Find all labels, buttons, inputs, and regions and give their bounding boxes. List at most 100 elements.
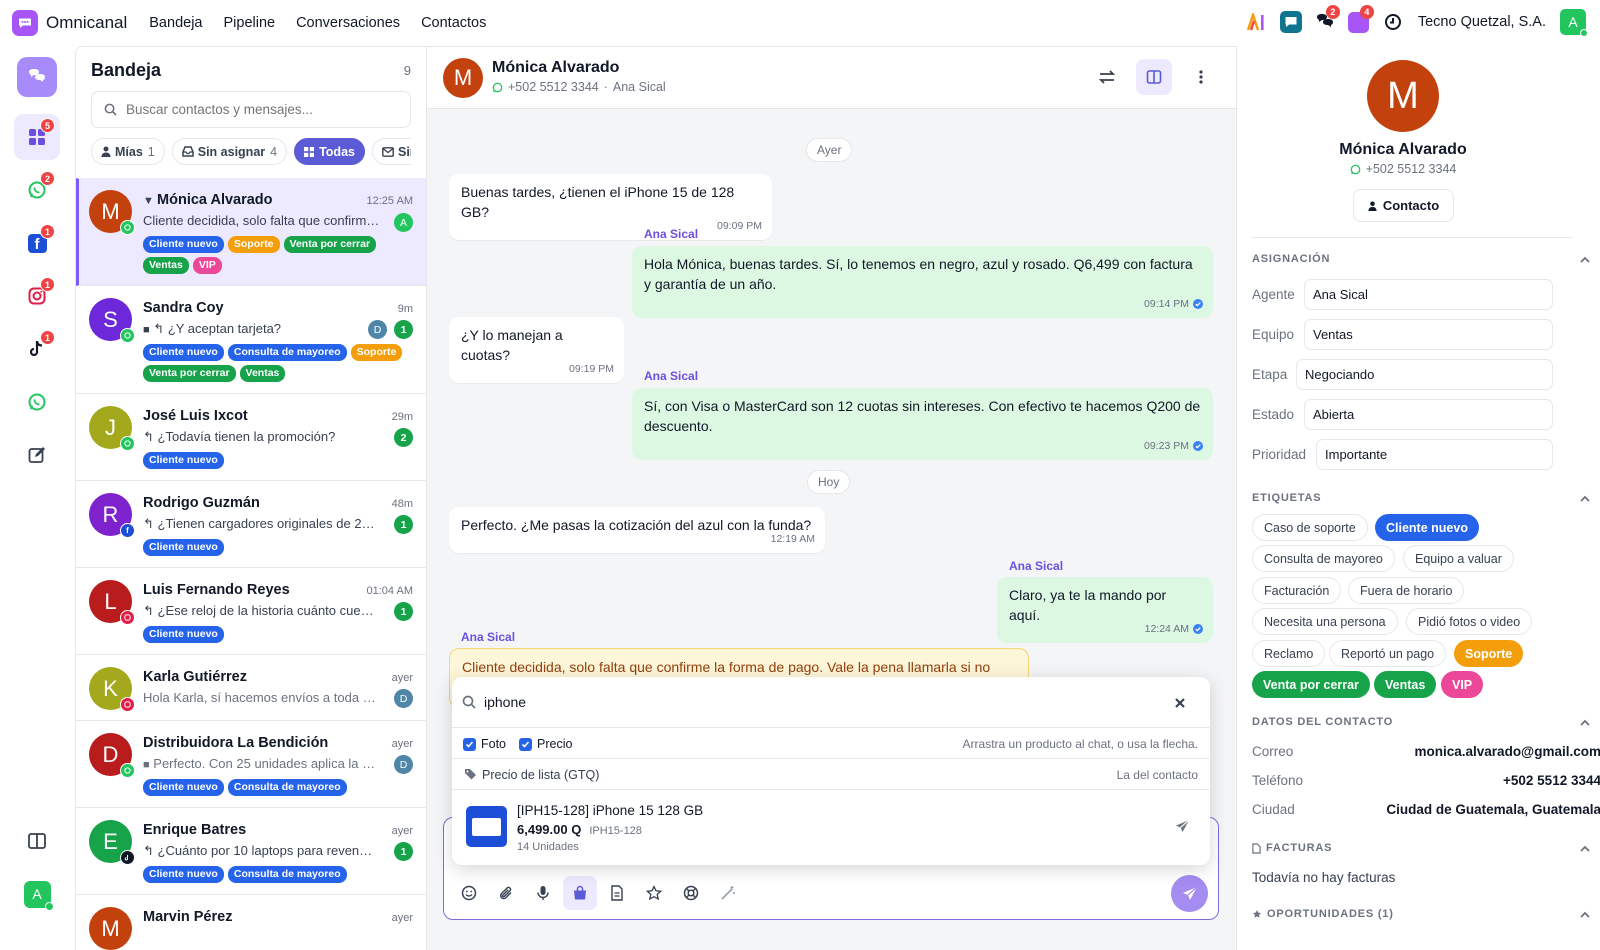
tag-chip[interactable]: Reportó un pago xyxy=(1329,640,1447,667)
attach-button[interactable] xyxy=(489,876,523,910)
contact-button[interactable]: Contacto xyxy=(1353,189,1454,222)
company-name[interactable]: Tecno Quetzal, S.A. xyxy=(1418,14,1546,30)
tag-chip[interactable]: Soporte xyxy=(1454,640,1524,667)
app-logo-icon xyxy=(12,10,38,36)
product-search-input[interactable] xyxy=(484,694,1084,710)
close-icon[interactable] xyxy=(1170,693,1190,713)
conversation-item[interactable]: J José Luis Ixcot 29m ↰ ¿Todavía tienen … xyxy=(76,394,426,481)
nav-bandeja[interactable]: Bandeja xyxy=(149,15,202,31)
tag-chip[interactable]: Necesita una persona xyxy=(1252,608,1398,635)
team-field[interactable]: Ventas xyxy=(1304,319,1553,350)
tag-chip[interactable]: Pidió fotos o video xyxy=(1406,608,1533,635)
rail-profile[interactable]: A xyxy=(14,871,60,917)
chevron-up-icon[interactable] xyxy=(1578,716,1592,730)
tag-chip[interactable]: Reclamo xyxy=(1252,640,1326,667)
help-button[interactable] xyxy=(674,876,708,910)
tag-chip[interactable]: Consulta de mayoreo xyxy=(1252,545,1395,572)
search-input[interactable] xyxy=(126,102,386,117)
price-checkbox[interactable]: Precio xyxy=(519,737,572,751)
conversations-icon[interactable]: 2 xyxy=(1312,5,1340,35)
rail-layout[interactable] xyxy=(14,818,60,864)
avatar-initial: J xyxy=(105,414,116,440)
chevron-up-icon[interactable] xyxy=(1578,492,1592,506)
conversation-item[interactable]: M ▼ Mónica Alvarado 12:25 AM Cliente dec… xyxy=(76,178,426,286)
conversation-name: ▼ Mónica Alvarado xyxy=(143,192,273,208)
status-field[interactable]: Abierta xyxy=(1304,399,1553,430)
conversation-item[interactable]: K Karla Gutiérrez ayer Hola Karla, sí ha… xyxy=(76,655,426,721)
rail-whatsapp[interactable]: 2 xyxy=(14,167,60,213)
rail-inbox[interactable]: 5 xyxy=(14,114,60,160)
nav-contactos[interactable]: Contactos xyxy=(421,15,486,31)
conversation-item[interactable]: E Enrique Batres ayer ↰ ¿Cuánto por 10 l… xyxy=(76,808,426,895)
chat-contact-avatar[interactable]: M xyxy=(443,58,483,98)
price-list-row[interactable]: Precio de lista (GTQ) La del contacto xyxy=(452,760,1210,790)
tag: Venta por cerrar xyxy=(143,365,236,382)
rail-compose[interactable] xyxy=(14,432,60,478)
user-avatar[interactable]: A xyxy=(1560,9,1588,37)
favorite-button[interactable] xyxy=(637,876,671,910)
chat-contact-name[interactable]: Mónica Alvarado xyxy=(492,59,619,77)
filter-todas[interactable]: Todas xyxy=(294,138,365,165)
voice-button[interactable] xyxy=(526,876,560,910)
emoji-button[interactable] xyxy=(452,876,486,910)
brand[interactable]: Omnicanal xyxy=(12,10,127,36)
conversation-preview: ↰ ¿Ese reloj de la historia cuánto cuest… xyxy=(143,603,378,618)
message-time: 09:23 PM xyxy=(1144,436,1203,456)
inbox-search[interactable] xyxy=(91,91,411,128)
rail-instagram[interactable]: 1 xyxy=(14,273,60,319)
conversation-item[interactable]: M Marvin Pérez ayer xyxy=(76,895,426,950)
product-item[interactable]: [IPH15-128] iPhone 15 128 GB 6,499.00 Q … xyxy=(452,791,1210,863)
rail-inbox-badge: 5 xyxy=(40,118,55,133)
tag-chip[interactable]: Equipo a valuar xyxy=(1403,545,1514,572)
conversation-item[interactable]: D Distribuidora La Bendición ayer ■ Perf… xyxy=(76,721,426,808)
products-button[interactable] xyxy=(563,876,597,910)
rail-chats[interactable] xyxy=(17,57,57,97)
chevron-up-icon[interactable] xyxy=(1578,908,1592,922)
conversation-item[interactable]: R f Rodrigo Guzmán 48m ↰ ¿Tienen cargado… xyxy=(76,481,426,568)
product-search[interactable] xyxy=(452,677,1210,728)
filter-mias[interactable]: Mías 1 xyxy=(91,138,165,165)
rail-whatsapp-2[interactable] xyxy=(14,379,60,425)
opportunities-section-title: OPORTUNIDADES (1) xyxy=(1252,908,1394,920)
contact-email[interactable]: monica.alvarado@gmail.com xyxy=(1415,744,1600,759)
contact-city[interactable]: Ciudad de Guatemala, Guatemala xyxy=(1386,802,1600,817)
tag-chip[interactable]: Fuera de horario xyxy=(1348,577,1465,604)
tag-chip[interactable]: Cliente nuevo xyxy=(1375,514,1479,541)
send-button[interactable] xyxy=(1171,875,1208,912)
conversation-time: 12:25 AM xyxy=(366,195,413,207)
avatar-initial: R xyxy=(102,501,119,527)
stage-field[interactable]: Negociando xyxy=(1296,359,1553,390)
nav-pipeline[interactable]: Pipeline xyxy=(223,15,275,31)
team-icon[interactable]: 4 xyxy=(1346,5,1374,35)
conversation-item[interactable]: S Sandra Coy 9m ■ ↰ ¿Y aceptan tarjeta? … xyxy=(76,286,426,394)
document-button[interactable] xyxy=(600,876,634,910)
filter-sin-asignar[interactable]: Sin asignar 4 xyxy=(171,138,288,165)
priority-field[interactable]: Importante xyxy=(1316,439,1553,470)
conversation-list: M ▼ Mónica Alvarado 12:25 AM Cliente dec… xyxy=(76,178,426,950)
tag-chip[interactable]: Ventas xyxy=(1374,671,1437,698)
chevron-up-icon[interactable] xyxy=(1578,253,1592,267)
clock-icon[interactable] xyxy=(1380,9,1406,35)
photo-checkbox[interactable]: Foto xyxy=(463,737,506,751)
filter-sin[interactable]: Sin xyxy=(371,138,411,165)
magic-button[interactable] xyxy=(711,876,745,910)
transfer-button[interactable] xyxy=(1089,59,1125,95)
more-button[interactable] xyxy=(1183,59,1219,95)
conversation-item[interactable]: L Luis Fernando Reyes 01:04 AM ↰ ¿Ese re… xyxy=(76,568,426,655)
ai-icon[interactable] xyxy=(1244,9,1270,35)
chevron-up-icon[interactable] xyxy=(1578,842,1592,856)
agent-field[interactable]: Ana Sical xyxy=(1304,279,1553,310)
tag-chip[interactable]: VIP xyxy=(1441,671,1484,698)
avatar: K xyxy=(89,667,135,712)
rail-tiktok[interactable]: 1 xyxy=(14,326,60,372)
tag-chip[interactable]: Caso de soporte xyxy=(1252,514,1368,541)
toggle-panel-button[interactable] xyxy=(1136,59,1172,95)
rail-facebook[interactable]: f 1 xyxy=(14,220,60,266)
contact-phone-value[interactable]: +502 5512 3344 xyxy=(1503,773,1600,788)
conversation-tags: Cliente nuevo Consulta de mayoreo xyxy=(143,866,418,883)
tag-chip[interactable]: Facturación xyxy=(1252,577,1342,604)
tag-chip[interactable]: Venta por cerrar xyxy=(1252,671,1370,698)
send-product-icon[interactable] xyxy=(1175,819,1190,834)
live-chat-icon[interactable] xyxy=(1278,9,1304,35)
nav-conversaciones[interactable]: Conversaciones xyxy=(296,15,400,31)
